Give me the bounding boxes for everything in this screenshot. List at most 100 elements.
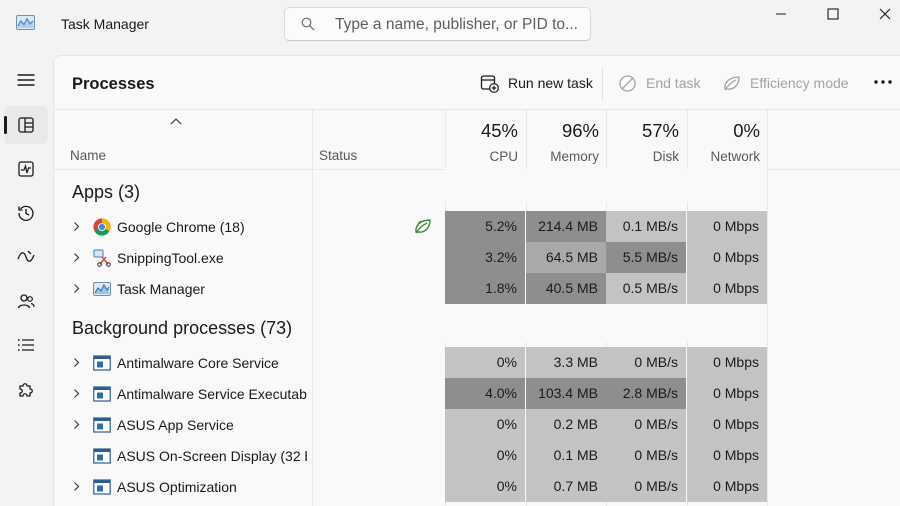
maximize-icon (827, 8, 839, 20)
nav-users[interactable] (4, 282, 48, 320)
memory-cell: 0.2 MB (526, 409, 606, 440)
cpu-total-percent: 45% (480, 120, 518, 141)
column-memory[interactable]: 96% Memory (527, 110, 607, 169)
sort-ascending-icon[interactable] (169, 116, 183, 126)
column-cpu[interactable]: 45% CPU (446, 110, 526, 169)
expand-chevron-icon[interactable] (72, 388, 81, 399)
group-spacer-cell (445, 304, 525, 342)
cpu-cell: 1.8% (445, 273, 525, 304)
memory-cell: 40.5 MB (526, 273, 606, 304)
search-icon (301, 17, 315, 31)
nav-startup-apps[interactable] (4, 238, 48, 276)
search-box[interactable] (284, 7, 591, 41)
end-task-label: End task (646, 75, 701, 91)
expand-chevron-icon[interactable] (72, 419, 81, 430)
process-name: ASUS App Service (117, 417, 234, 433)
process-row[interactable]: Task Manager 1.8% 40.5 MB 0.5 MB/s 0 Mbps (53, 273, 767, 304)
scrollbar[interactable] (893, 168, 900, 506)
memory-cell: 103.4 MB (526, 378, 606, 409)
group-spacer-cell (445, 168, 525, 202)
network-total-percent: 0% (733, 120, 760, 141)
column-header: Name Status 45% CPU 96% Memory 57% Disk … (54, 109, 900, 170)
end-task-button[interactable]: End task (618, 71, 700, 95)
column-disk[interactable]: 57% Disk (607, 110, 687, 169)
nav-processes[interactable] (4, 106, 48, 144)
expand-chevron-icon[interactable] (72, 283, 81, 294)
service-window-icon (93, 385, 111, 403)
disk-cell: 0.5 MB/s (606, 273, 686, 304)
disk-total-percent: 57% (641, 120, 679, 141)
performance-icon (18, 161, 34, 177)
expand-chevron-icon[interactable] (72, 252, 81, 263)
process-row[interactable]: ASUS Optimization 0% 0.7 MB 0 MB/s 0 Mbps (53, 471, 767, 502)
chrome-icon (93, 218, 111, 236)
memory-cell: 214.4 MB (526, 211, 606, 242)
service-window-icon (93, 478, 111, 496)
close-button[interactable] (859, 0, 900, 28)
cpu-cell: 3.2% (445, 242, 525, 273)
nav-app-history[interactable] (4, 194, 48, 232)
end-task-icon (619, 74, 636, 92)
column-status[interactable]: Status (319, 148, 357, 163)
cpu-cell: 0% (445, 471, 525, 502)
group-spacer-cell (606, 304, 686, 342)
more-options-button[interactable] (870, 72, 896, 92)
run-new-task-icon (480, 74, 499, 93)
window-title: Task Manager (61, 16, 149, 32)
process-row[interactable]: ASUS On-Screen Display (32 b... 0% 0.1 MB 0… (53, 440, 767, 471)
service-window-icon (93, 354, 111, 372)
process-row[interactable]: SnippingTool.exe 3.2% 64.5 MB 5.5 MB/s 0 Mbp… (53, 242, 767, 273)
efficiency-mode-button[interactable]: Efficiency mode (722, 71, 849, 95)
service-window-icon (93, 416, 111, 434)
cpu-cell: 4.0% (445, 378, 525, 409)
network-cell: 0 Mbps (687, 378, 767, 409)
group-spacer-cell (687, 168, 767, 202)
nav-services[interactable] (4, 371, 48, 409)
group-title-apps: Apps (3) (72, 182, 141, 202)
network-cell: 0 Mbps (687, 242, 767, 273)
disk-cell: 0 MB/s (606, 409, 686, 440)
group-spacer-cell (687, 304, 767, 342)
expand-chevron-icon[interactable] (72, 481, 81, 492)
process-row[interactable]: Google Chrome (18) 5.2% 214.4 MB 0.1 MB/s 0 … (53, 211, 767, 242)
nav-menu-button[interactable] (4, 61, 48, 99)
network-cell: 0 Mbps (687, 471, 767, 502)
app-history-icon (18, 205, 34, 221)
network-cell: 0 Mbps (687, 440, 767, 471)
network-cell: 0 Mbps (687, 409, 767, 440)
maximize-button[interactable] (807, 0, 859, 28)
disk-label: Disk (652, 149, 679, 164)
process-row[interactable]: Antimalware Core Service 0% 3.3 MB 0 MB/s 0 … (53, 347, 767, 378)
process-row[interactable]: ASUS App Service 0% 0.2 MB 0 MB/s 0 Mbps (53, 409, 767, 440)
network-cell: 0 Mbps (687, 211, 767, 242)
run-new-task-label: Run new task (508, 75, 593, 91)
nav-performance[interactable] (4, 150, 48, 188)
page-title: Processes (72, 75, 155, 93)
cpu-cell: 0% (445, 409, 525, 440)
process-name: Antimalware Core Service (117, 355, 279, 371)
column-network[interactable]: 0% Network (688, 110, 768, 169)
cpu-label: CPU (489, 149, 518, 164)
memory-cell: 0.1 MB (526, 440, 606, 471)
group-title-background: Background processes (73) (72, 318, 293, 338)
process-row[interactable]: Antimalware Service Executable 4.0% 103.4 … (53, 378, 767, 409)
disk-cell: 5.5 MB/s (606, 242, 686, 273)
column-name[interactable]: Name (70, 148, 106, 163)
minimize-icon (776, 13, 786, 15)
title-bar: Task Manager (0, 0, 900, 50)
search-input[interactable] (335, 15, 583, 35)
minimize-button[interactable] (755, 0, 807, 28)
memory-cell: 64.5 MB (526, 242, 606, 273)
disk-cell: 0 MB/s (606, 347, 686, 378)
nav-details[interactable] (4, 326, 48, 364)
snipping-tool-icon (93, 249, 111, 267)
task-manager-app-icon (16, 15, 35, 30)
run-new-task-button[interactable]: Run new task (480, 71, 593, 95)
close-icon (879, 8, 891, 20)
group-spacer-cell (606, 168, 686, 202)
efficiency-leaf-icon (413, 217, 433, 236)
expand-chevron-icon[interactable] (72, 357, 81, 368)
startup-apps-icon (17, 250, 35, 262)
cpu-cell: 5.2% (445, 211, 525, 242)
expand-chevron-icon[interactable] (72, 221, 81, 232)
